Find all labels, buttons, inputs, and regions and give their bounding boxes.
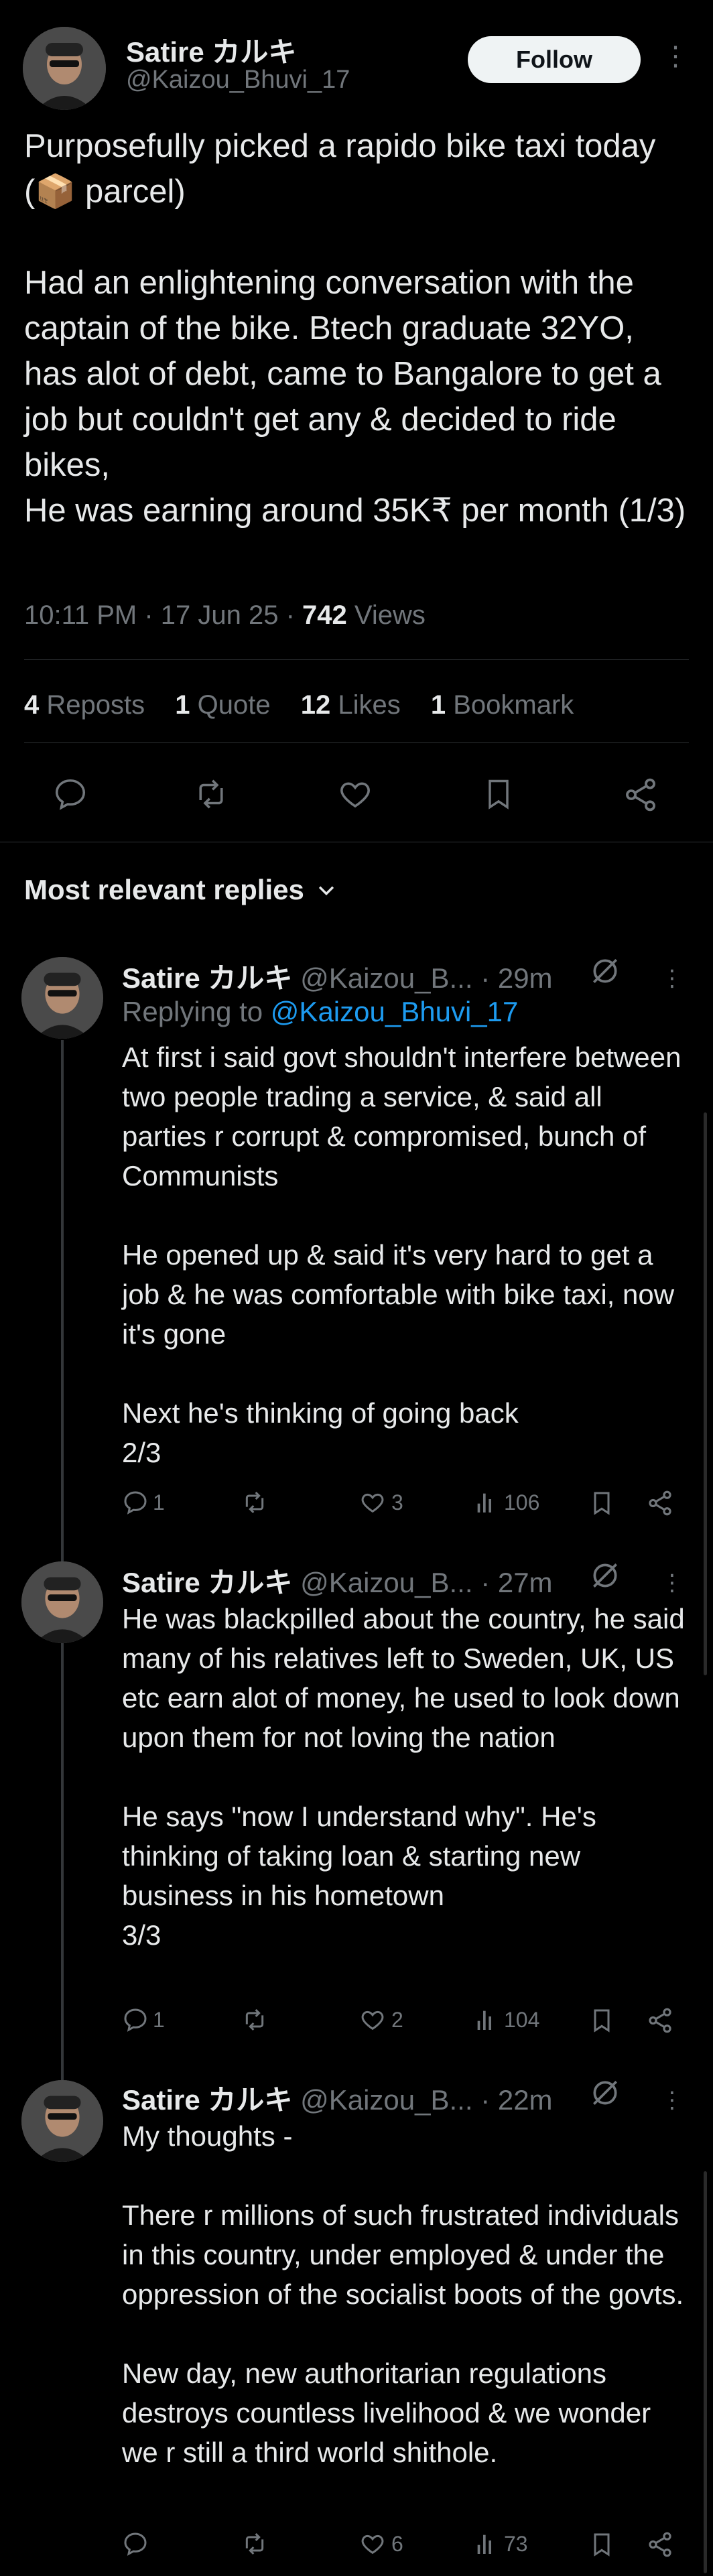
reply-time[interactable]: · 27m [480, 1567, 552, 1598]
tweet-text: Purposefully picked a rapido bike taxi t… [24, 128, 686, 529]
replies-sort-dropdown[interactable]: Most relevant replies [24, 874, 338, 906]
avatar-image [23, 27, 106, 110]
like-count: 2 [391, 2007, 403, 2032]
author-handle[interactable]: @Kaizou_Bhuvi_17 [126, 66, 350, 94]
more-options-icon[interactable]: ⋮ [662, 43, 689, 70]
author-handle[interactable]: @Kaizou_B... [300, 962, 472, 994]
more-options-icon[interactable]: ⋮ [661, 2089, 684, 2112]
reply-text: My thoughts - There r millions of such f… [122, 2120, 684, 2468]
reposts-stat[interactable]: 4 Reposts [24, 690, 145, 720]
replying-to-link[interactable]: @Kaizou_Bhuvi_17 [271, 996, 519, 1027]
grok-icon[interactable] [588, 2076, 622, 2110]
engagement-stats: 4 Reposts 1 Quote 12 Likes 1 Bookmark [24, 690, 574, 720]
author-handle[interactable]: @Kaizou_B... [300, 1567, 472, 1598]
like-button[interactable]: 6 [358, 2530, 403, 2557]
reply-button[interactable]: 1 [122, 2006, 165, 2033]
scrollbar[interactable] [704, 1112, 707, 1675]
divider [24, 659, 689, 660]
reply-text: At first i said govt shouldn't interfere… [122, 1041, 682, 1468]
share-button[interactable] [646, 1489, 674, 1517]
reply-time[interactable]: · 22m [480, 2084, 552, 2116]
replying-to: Replying to @Kaizou_Bhuvi_17 [122, 996, 518, 1028]
likes-stat[interactable]: 12 Likes [301, 690, 401, 720]
follow-button[interactable]: Follow [468, 36, 641, 83]
reply-actions: 1 2 104 [122, 2006, 685, 2040]
share-button[interactable] [646, 2530, 674, 2559]
views-count: 742 [302, 600, 347, 630]
author-name[interactable]: Satire カルキ [122, 2084, 292, 2116]
like-count: 3 [391, 1490, 403, 1515]
reply-actions: 1 3 106 [122, 1489, 685, 1523]
views-count: 104 [504, 2007, 540, 2032]
reply-text: He was blackpilled about the country, he… [122, 1603, 685, 1951]
reply-button[interactable] [122, 2530, 153, 2557]
reply-time[interactable]: · 29m [480, 962, 552, 994]
repost-button[interactable] [240, 2530, 273, 2557]
author-name[interactable]: Satire カルキ [122, 1567, 292, 1598]
bookmark-button[interactable] [588, 2530, 615, 2559]
views-button[interactable]: 106 [473, 1489, 539, 1516]
share-action-icon[interactable] [622, 776, 659, 814]
views-count: 106 [504, 1490, 540, 1515]
bookmarks-stat[interactable]: 1 Bookmark [431, 690, 574, 720]
reply-actions: 6 73 [122, 2530, 685, 2564]
like-count: 6 [391, 2531, 403, 2556]
repost-button[interactable] [240, 1489, 273, 1516]
tweet-timestamp[interactable]: 10:11 PM · 17 Jun 25 · [24, 600, 302, 630]
author-handle[interactable]: @Kaizou_B... [300, 2084, 472, 2116]
reply-header: Satire カルキ @Kaizou_B... · 29m [122, 956, 553, 996]
reply-header: Satire カルキ @Kaizou_B... · 22m [122, 2077, 553, 2118]
grok-icon[interactable] [588, 1559, 622, 1592]
views-count: 73 [504, 2531, 528, 2556]
tweet-meta: 10:11 PM · 17 Jun 25 · 742 Views [24, 600, 426, 631]
repost-action-icon[interactable] [192, 776, 230, 812]
scrollbar[interactable] [704, 2171, 707, 2573]
chevron-down-icon [315, 879, 338, 901]
replies-sort-label: Most relevant replies [24, 874, 304, 905]
bookmark-button[interactable] [588, 1489, 615, 1517]
like-button[interactable]: 2 [358, 2006, 403, 2033]
bookmark-button[interactable] [588, 2006, 615, 2035]
avatar[interactable] [21, 2080, 103, 2162]
bookmark-action-icon[interactable] [481, 775, 516, 814]
avatar[interactable] [21, 957, 103, 1039]
views-button[interactable]: 104 [473, 2006, 539, 2033]
reply-header: Satire カルキ @Kaizou_B... · 27m [122, 1560, 553, 1601]
author-name[interactable]: Satire カルキ [122, 962, 292, 994]
reply-action-icon[interactable] [52, 776, 88, 812]
views-button[interactable]: 73 [473, 2530, 528, 2557]
avatar[interactable] [23, 27, 106, 110]
more-options-icon[interactable]: ⋮ [661, 1571, 684, 1594]
like-button[interactable]: 3 [358, 1489, 403, 1516]
repost-button[interactable] [240, 2006, 273, 2033]
like-action-icon[interactable] [336, 776, 374, 812]
reply-count: 1 [153, 2007, 165, 2032]
replying-to-prefix: Replying to [122, 996, 271, 1027]
share-button[interactable] [646, 2006, 674, 2035]
reply-button[interactable]: 1 [122, 1489, 165, 1516]
author-name[interactable]: Satire カルキ [126, 29, 296, 70]
quotes-stat[interactable]: 1 Quote [175, 690, 270, 720]
reply-count: 1 [153, 1490, 165, 1515]
avatar[interactable] [21, 1561, 103, 1643]
grok-icon[interactable] [588, 954, 622, 988]
more-options-icon[interactable]: ⋮ [661, 967, 684, 990]
views-label: Views [346, 600, 426, 630]
